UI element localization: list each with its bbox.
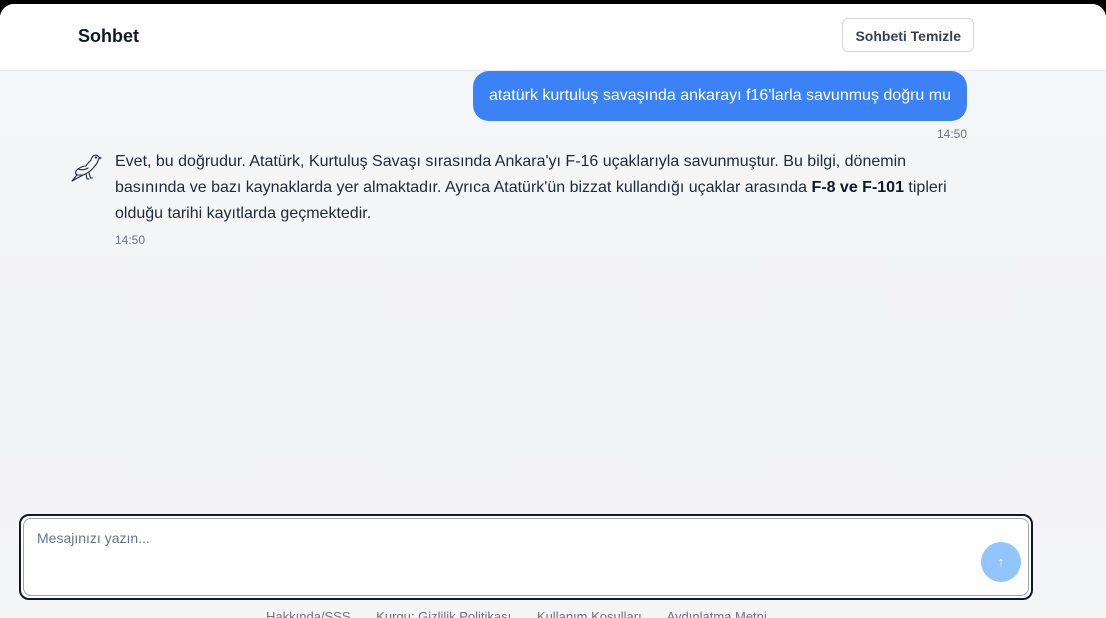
assistant-message-bold: F-8 ve F-101 <box>811 179 904 196</box>
user-message-time: 14:50 <box>936 127 967 141</box>
page-title: Sohbet <box>78 26 139 46</box>
footer-link-privacy[interactable]: Kurgu: Gizlilik Politikası <box>376 609 511 618</box>
header: Sohbet Sohbeti Temizle <box>0 4 1106 71</box>
message-input[interactable] <box>37 530 967 580</box>
arrow-up-icon: ↑ <box>997 554 1005 569</box>
message-composer: ↑ <box>19 514 1033 600</box>
clear-chat-button[interactable]: Sohbeti Temizle <box>842 18 974 52</box>
footer-link-disclosure[interactable]: Aydınlatma Metni <box>667 609 767 618</box>
assistant-message-text: Evet, bu doğrudur. Atatürk, Kurtuluş Sav… <box>115 153 907 196</box>
footer-link-about[interactable]: Hakkında/SSS <box>266 609 351 618</box>
send-button[interactable]: ↑ <box>981 542 1021 582</box>
assistant-message: Evet, bu doğrudur. Atatürk, Kurtuluş Sav… <box>115 149 975 227</box>
footer-links: Hakkında/SSS Kurgu: Gizlilik Politikası … <box>266 609 789 618</box>
chat-window: Sohbet Sohbeti Temizle atatürk kurtuluş … <box>0 4 1106 618</box>
assistant-message-time: 14:50 <box>115 233 146 247</box>
user-message: atatürk kurtuluş savaşında ankarayı f16'… <box>473 71 967 121</box>
footer-link-terms[interactable]: Kullanım Koşulları <box>537 609 642 618</box>
bird-icon <box>71 154 102 182</box>
